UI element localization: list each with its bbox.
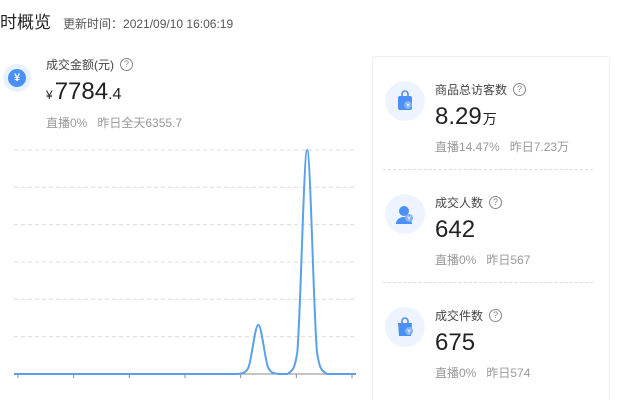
gmv-label: 成交金额(元) ? bbox=[46, 56, 133, 73]
help-icon[interactable]: ? bbox=[120, 58, 133, 71]
gmv-subtext: 直播0% 昨日全天6355.7 bbox=[46, 114, 182, 131]
metric-card-buyers: ¥ 成交人数 ? 642 直播0% 昨日567 bbox=[373, 170, 609, 280]
shopping-bag-icon: ¥ bbox=[385, 81, 425, 121]
svg-text:¥: ¥ bbox=[407, 329, 411, 336]
visitors-value: 8.29 万 bbox=[435, 103, 497, 131]
page-header: 时概览 更新时间：2021/09/10 16:06:19 bbox=[0, 8, 233, 32]
buyers-value: 642 bbox=[435, 216, 476, 244]
items-yesterday: 昨日574 bbox=[486, 366, 531, 380]
visitors-label-text: 商品总访客数 bbox=[435, 83, 508, 97]
buyers-subtext: 直播0% 昨日567 bbox=[435, 251, 530, 268]
help-icon[interactable]: ? bbox=[513, 83, 527, 96]
gmv-label-text: 成交金额(元) bbox=[46, 58, 114, 72]
visitors-value-unit: 万 bbox=[482, 111, 497, 127]
yuan-icon: ¥ bbox=[3, 64, 31, 92]
items-subtext: 直播0% 昨日574 bbox=[435, 364, 530, 381]
update-time-value: 2021/09/10 16:06:19 bbox=[123, 17, 234, 31]
help-icon[interactable]: ? bbox=[489, 309, 503, 322]
metrics-panel: ¥ 商品总访客数 ? 8.29 万 直播14.47% 昨日7.23万 ¥ 成交人数 bbox=[372, 56, 610, 400]
svg-text:¥: ¥ bbox=[407, 216, 411, 223]
metric-card-visitors: ¥ 商品总访客数 ? 8.29 万 直播14.47% 昨日7.23万 bbox=[373, 57, 609, 167]
currency-symbol: ¥ bbox=[46, 88, 53, 102]
bag-yuan-icon: ¥ bbox=[385, 307, 425, 347]
user-yuan-icon: ¥ bbox=[385, 194, 425, 234]
buyers-live-share: 直播0% bbox=[435, 253, 477, 267]
gmv-live-share: 直播0% bbox=[46, 116, 88, 130]
visitors-subtext: 直播14.47% 昨日7.23万 bbox=[435, 138, 569, 155]
gmv-yesterday: 昨日全天6355.7 bbox=[97, 116, 183, 130]
visitors-yesterday: 昨日7.23万 bbox=[509, 140, 570, 154]
gmv-value: ¥ 7784 .4 bbox=[46, 78, 121, 106]
svg-text:¥: ¥ bbox=[406, 103, 410, 110]
buyers-value-number: 642 bbox=[435, 216, 476, 243]
items-value-number: 675 bbox=[435, 329, 476, 356]
update-time-label: 更新时间： bbox=[63, 17, 124, 31]
metric-card-items: ¥ 成交件数 ? 675 直播0% 昨日574 bbox=[373, 283, 609, 393]
items-label-text: 成交件数 bbox=[435, 309, 484, 323]
items-label: 成交件数 ? bbox=[435, 307, 503, 324]
help-icon[interactable]: ? bbox=[489, 196, 503, 209]
buyers-yesterday: 昨日567 bbox=[486, 253, 531, 267]
page-title: 时概览 bbox=[0, 13, 51, 32]
gmv-trend-chart[interactable] bbox=[0, 140, 360, 385]
visitors-value-number: 8.29 bbox=[435, 103, 482, 130]
buyers-label-text: 成交人数 bbox=[435, 196, 484, 210]
visitors-live-share: 直播14.47% bbox=[435, 140, 500, 154]
update-time: 更新时间：2021/09/10 16:06:19 bbox=[63, 15, 233, 32]
items-live-share: 直播0% bbox=[435, 366, 477, 380]
items-value: 675 bbox=[435, 329, 476, 357]
visitors-label: 商品总访客数 ? bbox=[435, 81, 527, 98]
gmv-value-integer: 7784 bbox=[54, 78, 109, 105]
buyers-label: 成交人数 ? bbox=[435, 194, 503, 211]
gmv-value-decimal: .4 bbox=[108, 86, 122, 103]
